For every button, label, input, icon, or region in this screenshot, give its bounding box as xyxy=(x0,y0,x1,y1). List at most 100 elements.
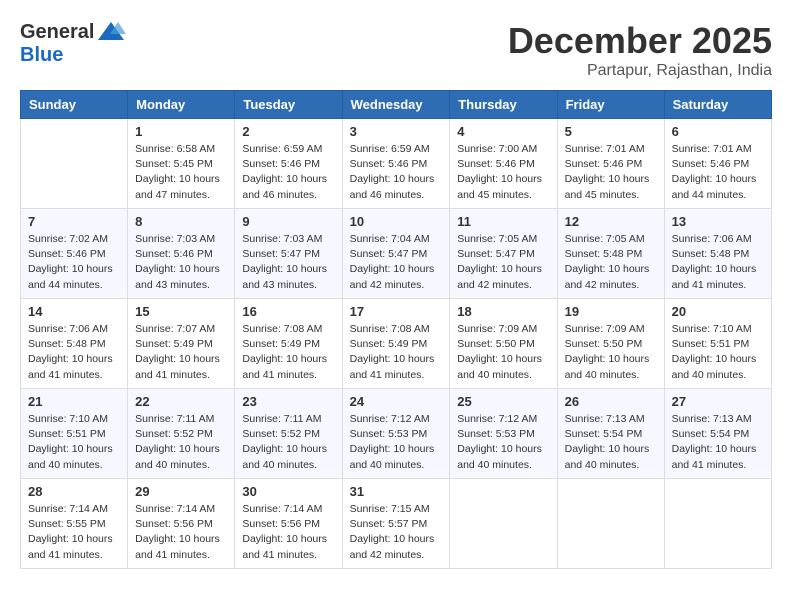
calendar-cell: 29 Sunrise: 7:14 AMSunset: 5:56 PMDayligh… xyxy=(128,479,235,569)
week-row-1: 1Sunrise: 6:58 AMSunset: 5:45 PMDaylight… xyxy=(21,119,772,209)
cell-date: 4 xyxy=(457,124,549,139)
weekday-header-tuesday: Tuesday xyxy=(235,91,342,119)
cell-info: Sunrise: 7:03 AMSunset: 5:46 PMDaylight:… xyxy=(135,232,227,293)
cell-info: Sunrise: 7:04 AMSunset: 5:47 PMDaylight:… xyxy=(350,232,443,293)
logo-blue-text: Blue xyxy=(20,44,63,67)
cell-info: Sunrise: 7:09 AMSunset: 5:50 PMDaylight:… xyxy=(457,322,549,383)
cell-info: Sunrise: 7:12 AMSunset: 5:53 PMDaylight:… xyxy=(350,412,443,473)
cell-info: Sunrise: 7:02 AMSunset: 5:46 PMDaylight:… xyxy=(28,232,120,293)
logo: General Blue xyxy=(20,20,126,67)
weekday-header-thursday: Thursday xyxy=(450,91,557,119)
cell-date: 6 xyxy=(672,124,764,139)
weekday-header-sunday: Sunday xyxy=(21,91,128,119)
calendar-cell: 14 Sunrise: 7:06 AMSunset: 5:48 PMDayligh… xyxy=(21,299,128,389)
cell-date: 15 xyxy=(135,304,227,319)
cell-info: Sunrise: 7:05 AMSunset: 5:47 PMDaylight:… xyxy=(457,232,549,293)
calendar-cell: 24 Sunrise: 7:12 AMSunset: 5:53 PMDayligh… xyxy=(342,389,450,479)
cell-info: Sunrise: 7:15 AMSunset: 5:57 PMDaylight:… xyxy=(350,502,443,563)
cell-info: Sunrise: 7:11 AMSunset: 5:52 PMDaylight:… xyxy=(135,412,227,473)
cell-info: Sunrise: 7:14 AMSunset: 5:55 PMDaylight:… xyxy=(28,502,120,563)
calendar-cell: 21 Sunrise: 7:10 AMSunset: 5:51 PMDayligh… xyxy=(21,389,128,479)
cell-info: Sunrise: 6:59 AMSunset: 5:46 PMDaylight:… xyxy=(242,142,334,203)
weekday-header-monday: Monday xyxy=(128,91,235,119)
cell-info: Sunrise: 7:06 AMSunset: 5:48 PMDaylight:… xyxy=(672,232,764,293)
week-row-3: 14 Sunrise: 7:06 AMSunset: 5:48 PMDayligh… xyxy=(21,299,772,389)
cell-date: 29 xyxy=(135,484,227,499)
cell-info: Sunrise: 7:13 AMSunset: 5:54 PMDaylight:… xyxy=(672,412,764,473)
cell-date: 12 xyxy=(565,214,657,229)
page-header: General Blue December 2025 Partapur, Raj… xyxy=(20,20,772,80)
cell-info: Sunrise: 7:08 AMSunset: 5:49 PMDaylight:… xyxy=(350,322,443,383)
cell-info: Sunrise: 7:01 AMSunset: 5:46 PMDaylight:… xyxy=(565,142,657,203)
calendar-cell: 23 Sunrise: 7:11 AMSunset: 5:52 PMDayligh… xyxy=(235,389,342,479)
calendar-cell: 27Sunrise: 7:13 AMSunset: 5:54 PMDayligh… xyxy=(664,389,771,479)
cell-date: 5 xyxy=(565,124,657,139)
cell-info: Sunrise: 7:08 AMSunset: 5:49 PMDaylight:… xyxy=(242,322,334,383)
calendar-cell xyxy=(450,479,557,569)
cell-date: 10 xyxy=(350,214,443,229)
calendar-cell: 22 Sunrise: 7:11 AMSunset: 5:52 PMDayligh… xyxy=(128,389,235,479)
cell-date: 14 xyxy=(28,304,120,319)
calendar-table: SundayMondayTuesdayWednesdayThursdayFrid… xyxy=(20,90,772,569)
cell-info: Sunrise: 7:03 AMSunset: 5:47 PMDaylight:… xyxy=(242,232,334,293)
title-block: December 2025 Partapur, Rajasthan, India xyxy=(508,20,772,80)
calendar-cell: 15 Sunrise: 7:07 AMSunset: 5:49 PMDayligh… xyxy=(128,299,235,389)
cell-date: 13 xyxy=(672,214,764,229)
calendar-cell xyxy=(557,479,664,569)
cell-date: 22 xyxy=(135,394,227,409)
cell-date: 25 xyxy=(457,394,549,409)
calendar-cell: 18Sunrise: 7:09 AMSunset: 5:50 PMDayligh… xyxy=(450,299,557,389)
logo-icon xyxy=(96,20,126,44)
weekday-header-row: SundayMondayTuesdayWednesdayThursdayFrid… xyxy=(21,91,772,119)
calendar-cell: 30Sunrise: 7:14 AMSunset: 5:56 PMDayligh… xyxy=(235,479,342,569)
cell-info: Sunrise: 6:59 AMSunset: 5:46 PMDaylight:… xyxy=(350,142,443,203)
cell-date: 2 xyxy=(242,124,334,139)
cell-date: 7 xyxy=(28,214,120,229)
cell-info: Sunrise: 7:12 AMSunset: 5:53 PMDaylight:… xyxy=(457,412,549,473)
calendar-cell: 11 Sunrise: 7:05 AMSunset: 5:47 PMDayligh… xyxy=(450,209,557,299)
cell-info: Sunrise: 7:11 AMSunset: 5:52 PMDaylight:… xyxy=(242,412,334,473)
calendar-cell: 9 Sunrise: 7:03 AMSunset: 5:47 PMDaylight… xyxy=(235,209,342,299)
cell-info: Sunrise: 7:00 AMSunset: 5:46 PMDaylight:… xyxy=(457,142,549,203)
cell-date: 17 xyxy=(350,304,443,319)
calendar-cell: 3 Sunrise: 6:59 AMSunset: 5:46 PMDaylight… xyxy=(342,119,450,209)
calendar-cell: 4 Sunrise: 7:00 AMSunset: 5:46 PMDaylight… xyxy=(450,119,557,209)
month-title: December 2025 xyxy=(508,20,772,62)
cell-info: Sunrise: 7:13 AMSunset: 5:54 PMDaylight:… xyxy=(565,412,657,473)
cell-date: 9 xyxy=(242,214,334,229)
calendar-cell: 1Sunrise: 6:58 AMSunset: 5:45 PMDaylight… xyxy=(128,119,235,209)
cell-date: 23 xyxy=(242,394,334,409)
cell-info: Sunrise: 6:58 AMSunset: 5:45 PMDaylight:… xyxy=(135,142,227,203)
calendar-cell: 16Sunrise: 7:08 AMSunset: 5:49 PMDayligh… xyxy=(235,299,342,389)
calendar-cell: 10 Sunrise: 7:04 AMSunset: 5:47 PMDayligh… xyxy=(342,209,450,299)
cell-date: 31 xyxy=(350,484,443,499)
weekday-header-wednesday: Wednesday xyxy=(342,91,450,119)
calendar-cell: 7 Sunrise: 7:02 AMSunset: 5:46 PMDaylight… xyxy=(21,209,128,299)
week-row-4: 21 Sunrise: 7:10 AMSunset: 5:51 PMDayligh… xyxy=(21,389,772,479)
location-title: Partapur, Rajasthan, India xyxy=(508,62,772,80)
cell-info: Sunrise: 7:01 AMSunset: 5:46 PMDaylight:… xyxy=(672,142,764,203)
cell-info: Sunrise: 7:07 AMSunset: 5:49 PMDaylight:… xyxy=(135,322,227,383)
cell-info: Sunrise: 7:06 AMSunset: 5:48 PMDaylight:… xyxy=(28,322,120,383)
calendar-cell: 19Sunrise: 7:09 AMSunset: 5:50 PMDayligh… xyxy=(557,299,664,389)
cell-date: 24 xyxy=(350,394,443,409)
cell-date: 21 xyxy=(28,394,120,409)
cell-info: Sunrise: 7:14 AMSunset: 5:56 PMDaylight:… xyxy=(242,502,334,563)
cell-date: 11 xyxy=(457,214,549,229)
cell-date: 3 xyxy=(350,124,443,139)
calendar-cell: 26 Sunrise: 7:13 AMSunset: 5:54 PMDayligh… xyxy=(557,389,664,479)
calendar-cell: 31 Sunrise: 7:15 AMSunset: 5:57 PMDayligh… xyxy=(342,479,450,569)
logo-general-text: General xyxy=(20,21,94,44)
week-row-5: 28 Sunrise: 7:14 AMSunset: 5:55 PMDayligh… xyxy=(21,479,772,569)
cell-date: 26 xyxy=(565,394,657,409)
calendar-cell: 17 Sunrise: 7:08 AMSunset: 5:49 PMDayligh… xyxy=(342,299,450,389)
weekday-header-saturday: Saturday xyxy=(664,91,771,119)
cell-info: Sunrise: 7:14 AMSunset: 5:56 PMDaylight:… xyxy=(135,502,227,563)
calendar-cell: 6 Sunrise: 7:01 AMSunset: 5:46 PMDaylight… xyxy=(664,119,771,209)
cell-date: 8 xyxy=(135,214,227,229)
calendar-cell: 12Sunrise: 7:05 AMSunset: 5:48 PMDayligh… xyxy=(557,209,664,299)
cell-date: 28 xyxy=(28,484,120,499)
week-row-2: 7 Sunrise: 7:02 AMSunset: 5:46 PMDaylight… xyxy=(21,209,772,299)
cell-info: Sunrise: 7:10 AMSunset: 5:51 PMDaylight:… xyxy=(28,412,120,473)
weekday-header-friday: Friday xyxy=(557,91,664,119)
